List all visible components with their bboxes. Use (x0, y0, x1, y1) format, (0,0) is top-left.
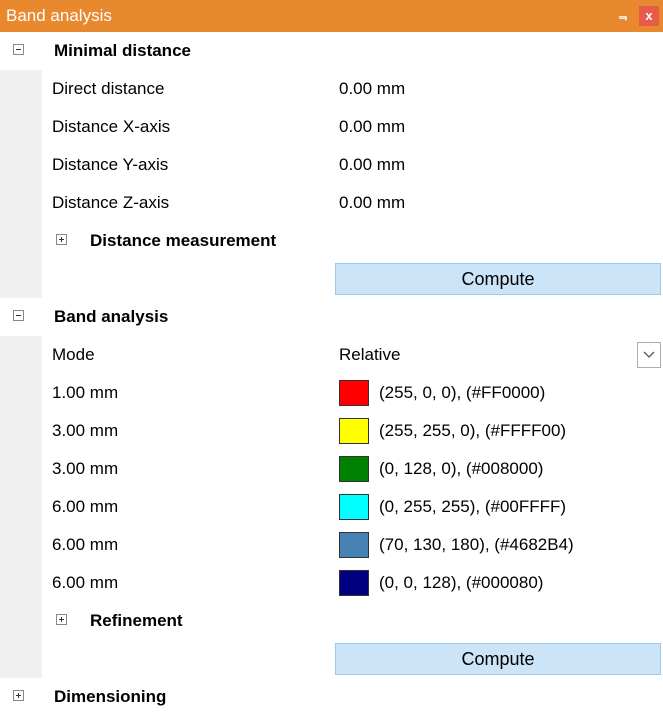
property-row[interactable]: Distance X-axis 0.00 mm (0, 108, 663, 146)
property-name: Distance X-axis (52, 117, 171, 136)
subcategory-label: Refinement (90, 611, 183, 630)
compute-row: Compute (0, 640, 663, 678)
color-swatch[interactable] (339, 532, 369, 558)
color-text: (255, 255, 0), (#FFFF00) (379, 421, 567, 440)
close-icon[interactable]: x (639, 6, 659, 26)
expand-icon[interactable] (56, 614, 67, 625)
color-swatch[interactable] (339, 380, 369, 406)
color-text: (0, 0, 128), (#000080) (379, 573, 544, 592)
band-distance: 3.00 mm (52, 421, 119, 440)
band-row[interactable]: 1.00 mm (255, 0, 0), (#FF0000) (0, 374, 663, 412)
color-text: (255, 0, 0), (#FF0000) (379, 383, 546, 402)
property-name: Distance Y-axis (52, 155, 169, 174)
subcategory-label: Distance measurement (90, 231, 277, 250)
mode-row[interactable]: Mode Relative (0, 336, 663, 374)
compute-distance-button[interactable]: Compute (335, 263, 661, 295)
property-name: Direct distance (52, 79, 165, 98)
color-text: (0, 255, 255), (#00FFFF) (379, 497, 567, 516)
category-dimensioning[interactable]: Dimensioning (0, 678, 663, 716)
panel-title: Band analysis (6, 6, 112, 25)
expand-icon[interactable] (56, 234, 67, 245)
band-row[interactable]: 6.00 mm (70, 130, 180), (#4682B4) (0, 526, 663, 564)
color-text: (0, 128, 0), (#008000) (379, 459, 544, 478)
band-row[interactable]: 6.00 mm (0, 0, 128), (#000080) (0, 564, 663, 602)
color-swatch[interactable] (339, 570, 369, 596)
collapse-icon[interactable] (13, 310, 24, 321)
color-swatch[interactable] (339, 494, 369, 520)
property-row[interactable]: Distance Z-axis 0.00 mm (0, 184, 663, 222)
subcategory-distance-measurement[interactable]: Distance measurement (0, 222, 663, 260)
color-swatch[interactable] (339, 456, 369, 482)
mode-select[interactable]: Relative (335, 336, 663, 374)
band-row[interactable]: 6.00 mm (0, 255, 255), (#00FFFF) (0, 488, 663, 526)
property-name: Mode (52, 345, 95, 364)
category-label: Band analysis (54, 307, 169, 326)
expand-icon[interactable] (13, 690, 24, 701)
category-label: Minimal distance (54, 41, 191, 60)
category-minimal-distance[interactable]: Minimal distance (0, 32, 663, 70)
property-grid: Minimal distance Direct distance 0.00 mm… (0, 32, 663, 716)
band-distance: 6.00 mm (52, 535, 119, 554)
property-value: 0.00 mm (339, 79, 406, 98)
property-row[interactable]: Direct distance 0.00 mm (0, 70, 663, 108)
category-band-analysis[interactable]: Band analysis (0, 298, 663, 336)
property-row[interactable]: Distance Y-axis 0.00 mm (0, 146, 663, 184)
band-row[interactable]: 3.00 mm (0, 128, 0), (#008000) (0, 450, 663, 488)
pin-icon[interactable]: ⫬ (619, 7, 627, 24)
band-distance: 6.00 mm (52, 573, 119, 592)
band-distance: 3.00 mm (52, 459, 119, 478)
chevron-down-icon[interactable] (637, 342, 661, 368)
category-label: Dimensioning (54, 687, 167, 706)
property-name: Distance Z-axis (52, 193, 170, 212)
band-distance: 6.00 mm (52, 497, 119, 516)
compute-band-button[interactable]: Compute (335, 643, 661, 675)
collapse-icon[interactable] (13, 44, 24, 55)
band-row[interactable]: 3.00 mm (255, 255, 0), (#FFFF00) (0, 412, 663, 450)
property-value: 0.00 mm (339, 193, 406, 212)
color-text: (70, 130, 180), (#4682B4) (379, 535, 574, 554)
color-swatch[interactable] (339, 418, 369, 444)
band-distance: 1.00 mm (52, 383, 119, 402)
panel-titlebar: Band analysis ⫬ x (0, 0, 663, 32)
property-value: 0.00 mm (339, 155, 406, 174)
property-value: 0.00 mm (339, 117, 406, 136)
subcategory-refinement[interactable]: Refinement (0, 602, 663, 640)
mode-value: Relative (339, 345, 401, 364)
compute-row: Compute (0, 260, 663, 298)
